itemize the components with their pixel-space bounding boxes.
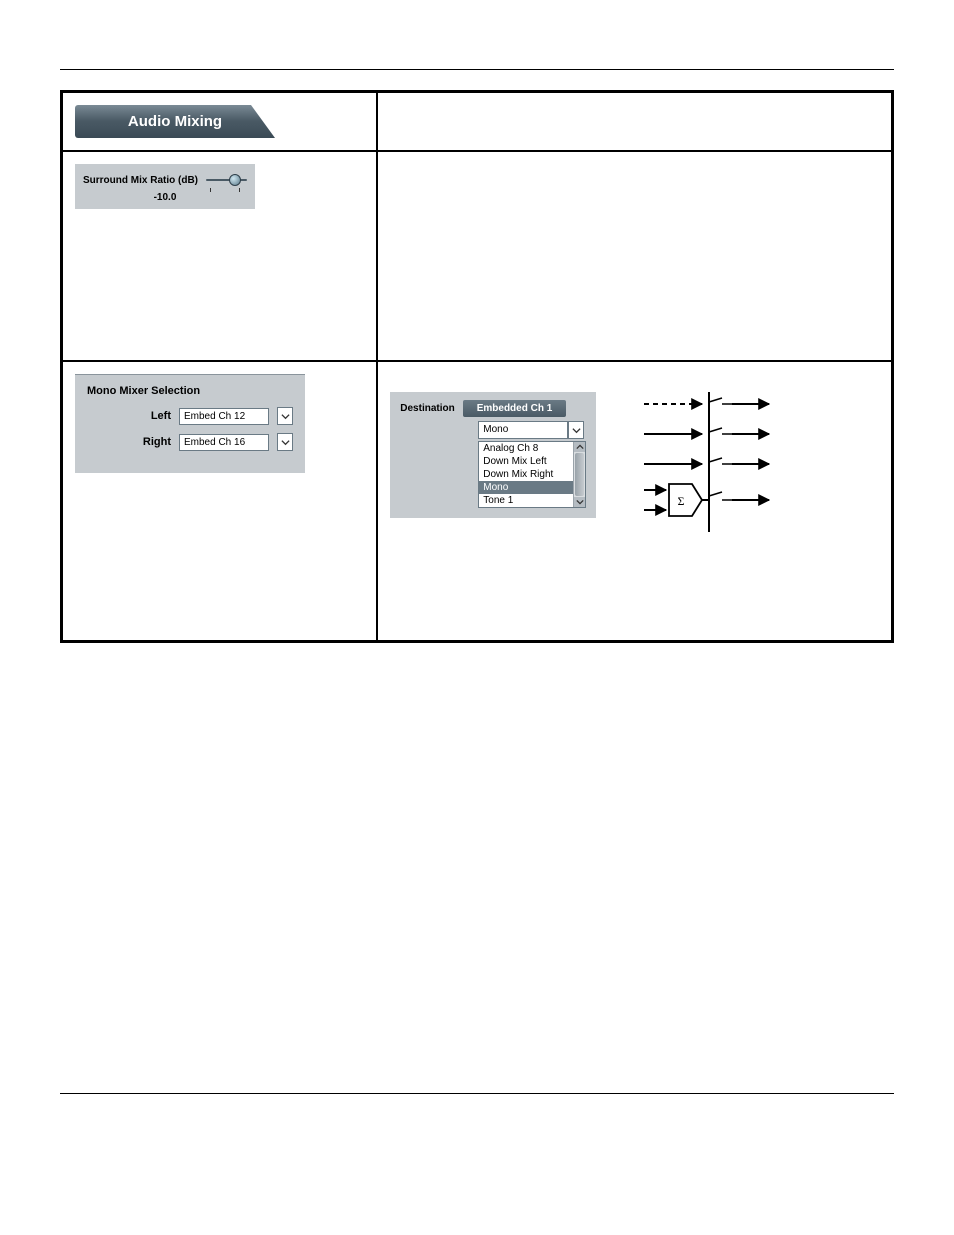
chevron-down-icon[interactable]	[277, 433, 293, 451]
mono-right-label: Right	[143, 436, 171, 448]
chevron-down-icon[interactable]	[568, 421, 584, 439]
mono-left-value: Embed Ch 12	[184, 411, 245, 422]
list-item[interactable]: Tone 1	[479, 494, 585, 507]
list-item[interactable]: Analog Ch 8	[479, 442, 585, 455]
list-item[interactable]: Down Mix Right	[479, 468, 585, 481]
list-item[interactable]: Down Mix Left	[479, 455, 585, 468]
destination-panel: Destination Embedded Ch 1 Mono Analog Ch…	[390, 392, 596, 518]
routing-diagram: Σ	[624, 392, 774, 532]
surround-label: Surround Mix Ratio (dB)	[83, 175, 198, 186]
chevron-down-icon[interactable]	[277, 407, 293, 425]
surround-value: -10.0	[83, 192, 247, 203]
mono-left-select[interactable]: Embed Ch 12	[179, 408, 269, 425]
surround-panel: Surround Mix Ratio (dB) -10.0	[75, 164, 255, 209]
list-item[interactable]: Mono	[479, 481, 585, 494]
page-footer-rule	[60, 1093, 894, 1117]
mono-right-select[interactable]: Embed Ch 16	[179, 434, 269, 451]
destination-label: Destination	[400, 403, 454, 414]
destination-listbox[interactable]: Analog Ch 8 Down Mix Left Down Mix Right…	[478, 441, 586, 508]
slider-thumb-icon[interactable]	[229, 174, 241, 186]
chevron-down-icon[interactable]	[574, 497, 585, 507]
svg-text:Σ: Σ	[678, 494, 685, 508]
mono-mixer-panel: Mono Mixer Selection Left Embed Ch 12 Ri…	[75, 374, 305, 473]
mono-right-value: Embed Ch 16	[184, 437, 245, 448]
audio-mixing-tab-label: Audio Mixing	[128, 113, 222, 130]
page-header-rule	[60, 40, 894, 70]
mono-mixer-title: Mono Mixer Selection	[87, 385, 293, 397]
audio-mixing-tab[interactable]: Audio Mixing	[75, 105, 275, 138]
destination-title: Embedded Ch 1	[463, 400, 567, 417]
destination-selected-value: Mono	[483, 424, 508, 435]
mono-left-label: Left	[151, 410, 171, 422]
surround-slider[interactable]	[206, 174, 247, 186]
chevron-up-icon[interactable]	[574, 442, 585, 452]
content-table: Audio Mixing Surround Mix Ratio (dB) -10…	[60, 90, 894, 643]
destination-select[interactable]: Mono	[478, 421, 568, 439]
scrollbar[interactable]	[573, 442, 585, 507]
